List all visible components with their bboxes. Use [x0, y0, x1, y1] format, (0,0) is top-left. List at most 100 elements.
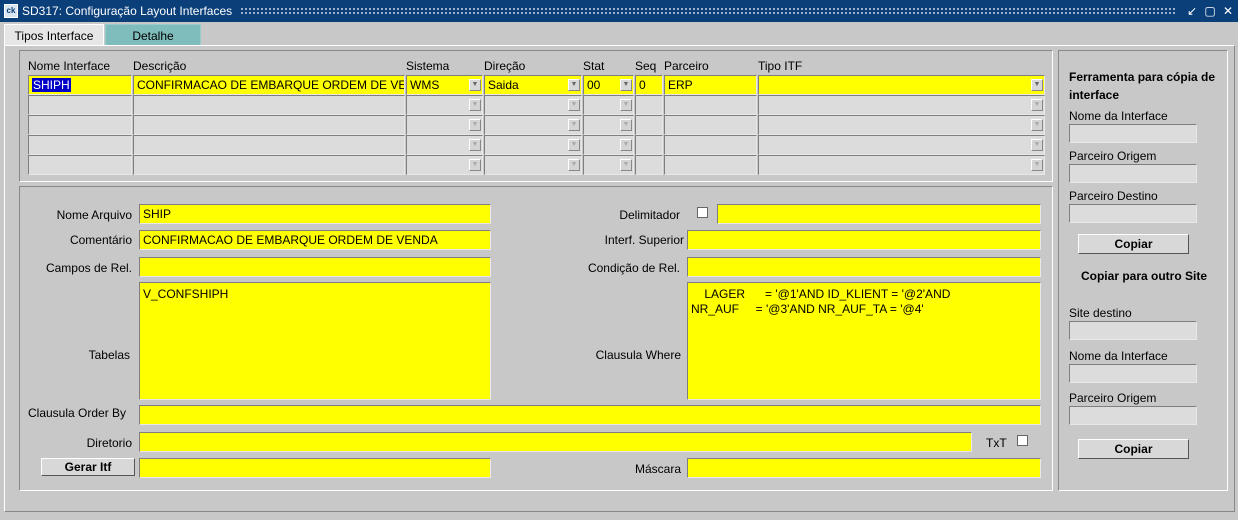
- row5-descricao[interactable]: [133, 155, 405, 175]
- row1-stat-value: 00: [587, 78, 601, 92]
- nome-arquivo-input[interactable]: SHIP: [139, 204, 491, 224]
- row5-sistema-select[interactable]: ▼: [406, 155, 483, 175]
- row3-direcao-select[interactable]: ▼: [484, 115, 582, 135]
- row3-nome-interface[interactable]: [28, 115, 132, 135]
- row1-direcao-select[interactable]: Saida ▼: [484, 75, 582, 95]
- row2-stat-select[interactable]: ▼: [583, 95, 634, 115]
- col-header-nome: Nome Interface: [28, 59, 111, 73]
- row3-stat-select[interactable]: ▼: [583, 115, 634, 135]
- dropdown-arrow-icon[interactable]: ▼: [469, 79, 481, 91]
- row3-sistema-select[interactable]: ▼: [406, 115, 483, 135]
- campos-rel-input[interactable]: [139, 257, 491, 277]
- row2-parceiro[interactable]: [664, 95, 757, 115]
- row1-sistema-select[interactable]: WMS ▼: [406, 75, 483, 95]
- copiar-button[interactable]: Copiar: [1078, 234, 1189, 254]
- row4-sistema-select[interactable]: ▼: [406, 135, 483, 155]
- dropdown-arrow-icon[interactable]: ▼: [469, 159, 481, 171]
- dropdown-arrow-icon[interactable]: ▼: [469, 99, 481, 111]
- txt-checkbox[interactable]: [1017, 435, 1028, 446]
- dropdown-arrow-icon[interactable]: ▼: [1031, 99, 1043, 111]
- row5-direcao-select[interactable]: ▼: [484, 155, 582, 175]
- dropdown-arrow-icon[interactable]: ▼: [568, 159, 580, 171]
- tool-nome-interface-label: Nome da Interface: [1069, 109, 1168, 123]
- delimitador-checkbox[interactable]: [697, 207, 708, 218]
- maximize-icon[interactable]: ▢: [1202, 3, 1218, 19]
- row2-seq[interactable]: [635, 95, 663, 115]
- tool-site-destino-input[interactable]: [1069, 321, 1197, 340]
- row1-parceiro[interactable]: ERP: [664, 75, 757, 95]
- row2-direcao-select[interactable]: ▼: [484, 95, 582, 115]
- gerar-itf-input[interactable]: [139, 458, 491, 478]
- gerar-itf-button[interactable]: Gerar Itf: [41, 458, 135, 476]
- tab-content: Nome Interface Descrição Sistema Direção…: [4, 45, 1235, 512]
- condicao-rel-label: Condição de Rel.: [587, 261, 680, 275]
- mascara-input[interactable]: [687, 458, 1041, 478]
- comentario-input[interactable]: CONFIRMACAO DE EMBARQUE ORDEM DE VENDA: [139, 230, 491, 250]
- diretorio-input[interactable]: [139, 432, 972, 452]
- clausula-where-textarea[interactable]: LAGER = '@1'AND ID_KLIENT = '@2'AND NR_A…: [687, 282, 1041, 400]
- order-by-input[interactable]: [139, 405, 1041, 425]
- dropdown-arrow-icon[interactable]: ▼: [620, 139, 632, 151]
- row1-descricao[interactable]: CONFIRMACAO DE EMBARQUE ORDEM DE VENDA: [133, 75, 405, 95]
- row4-nome-interface[interactable]: [28, 135, 132, 155]
- tool-parceiro-destino-input[interactable]: [1069, 204, 1197, 223]
- tool-parceiro-destino-label: Parceiro Destino: [1069, 189, 1158, 203]
- tool-site-destino-label: Site destino: [1069, 306, 1132, 320]
- dropdown-arrow-icon[interactable]: ▼: [620, 159, 632, 171]
- tool-nome-interface-input[interactable]: [1069, 124, 1197, 143]
- row2-nome-interface[interactable]: [28, 95, 132, 115]
- row5-seq[interactable]: [635, 155, 663, 175]
- row4-descricao[interactable]: [133, 135, 405, 155]
- row4-seq[interactable]: [635, 135, 663, 155]
- row5-stat-select[interactable]: ▼: [583, 155, 634, 175]
- row3-descricao[interactable]: [133, 115, 405, 135]
- tool-nome-interface2-input[interactable]: [1069, 364, 1197, 383]
- dropdown-arrow-icon[interactable]: ▼: [568, 99, 580, 111]
- row4-tipo-itf-select[interactable]: ▼: [758, 135, 1045, 155]
- dropdown-arrow-icon[interactable]: ▼: [1031, 119, 1043, 131]
- row5-nome-interface[interactable]: [28, 155, 132, 175]
- row2-tipo-itf-select[interactable]: ▼: [758, 95, 1045, 115]
- tab-tipos-interface[interactable]: Tipos Interface: [4, 24, 104, 46]
- minimize-icon[interactable]: ↙: [1184, 3, 1200, 19]
- copy-tool-title: Ferramenta para cópia de interface: [1069, 70, 1216, 102]
- row3-seq[interactable]: [635, 115, 663, 135]
- dropdown-arrow-icon[interactable]: ▼: [620, 119, 632, 131]
- row1-nome-interface[interactable]: SHIPH: [28, 75, 132, 95]
- dropdown-arrow-icon[interactable]: ▼: [620, 79, 632, 91]
- row2-sistema-select[interactable]: ▼: [406, 95, 483, 115]
- dropdown-arrow-icon[interactable]: ▼: [469, 139, 481, 151]
- interf-superior-input[interactable]: [687, 230, 1041, 250]
- delimitador-input[interactable]: [717, 204, 1041, 224]
- dropdown-arrow-icon[interactable]: ▼: [1031, 139, 1043, 151]
- row1-direcao-value: Saida: [488, 78, 519, 92]
- title-bar-texture: [240, 7, 1176, 15]
- row3-parceiro[interactable]: [664, 115, 757, 135]
- tool-parceiro-origem-input[interactable]: [1069, 164, 1197, 183]
- row5-tipo-itf-select[interactable]: ▼: [758, 155, 1045, 175]
- condicao-rel-input[interactable]: [687, 257, 1041, 277]
- copiar-site-button[interactable]: Copiar: [1078, 439, 1189, 459]
- dropdown-arrow-icon[interactable]: ▼: [568, 119, 580, 131]
- dropdown-arrow-icon[interactable]: ▼: [1031, 159, 1043, 171]
- dropdown-arrow-icon[interactable]: ▼: [568, 139, 580, 151]
- row2-descricao[interactable]: [133, 95, 405, 115]
- row4-direcao-select[interactable]: ▼: [484, 135, 582, 155]
- dropdown-arrow-icon[interactable]: ▼: [620, 99, 632, 111]
- tool-parceiro-origem-label: Parceiro Origem: [1069, 149, 1157, 163]
- row4-parceiro[interactable]: [664, 135, 757, 155]
- row1-seq[interactable]: 0: [635, 75, 663, 95]
- tool-parceiro-origem2-input[interactable]: [1069, 406, 1197, 425]
- dropdown-arrow-icon[interactable]: ▼: [469, 119, 481, 131]
- row4-stat-select[interactable]: ▼: [583, 135, 634, 155]
- dropdown-arrow-icon[interactable]: ▼: [1031, 79, 1043, 91]
- tabelas-textarea[interactable]: V_CONFSHIPH: [139, 282, 491, 400]
- row5-parceiro[interactable]: [664, 155, 757, 175]
- close-icon[interactable]: ✕: [1220, 3, 1236, 19]
- row1-stat-select[interactable]: 00 ▼: [583, 75, 634, 95]
- order-by-label: Clausula Order By: [28, 406, 127, 420]
- row1-tipo-itf-select[interactable]: ▼: [758, 75, 1045, 95]
- dropdown-arrow-icon[interactable]: ▼: [568, 79, 580, 91]
- row3-tipo-itf-select[interactable]: ▼: [758, 115, 1045, 135]
- tab-detalhe[interactable]: Detalhe: [105, 24, 201, 46]
